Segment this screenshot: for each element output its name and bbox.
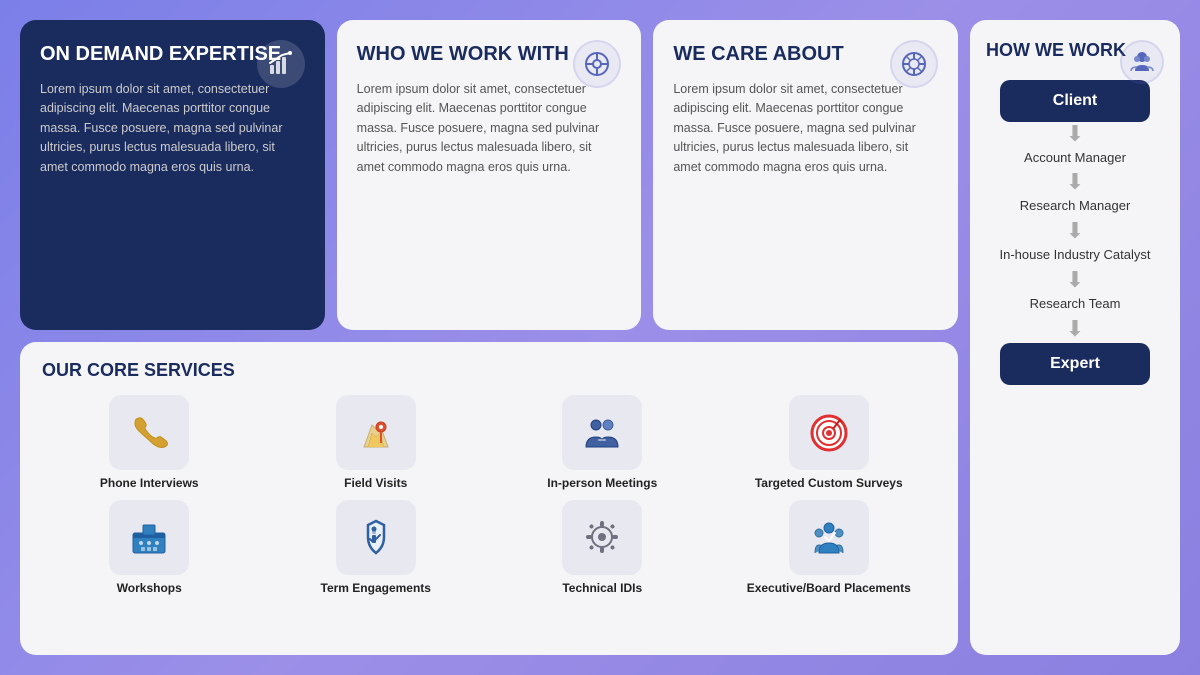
research-manager-label: Research Manager (1020, 194, 1131, 219)
service-phone-interviews: Phone Interviews (42, 395, 257, 492)
phone-interviews-label: Phone Interviews (100, 476, 199, 492)
in-person-meetings-label: In-person Meetings (547, 476, 657, 492)
arrow-1: ⬇ (1066, 123, 1084, 145)
in-person-meetings-icon-box (562, 395, 642, 470)
arrow-3: ⬇ (1066, 220, 1084, 242)
we-care-text: Lorem ipsum dolor sit amet, consectetuer… (673, 80, 938, 177)
arrow-5: ⬇ (1066, 318, 1084, 340)
technical-idis-label: Technical IDIs (562, 581, 642, 597)
top-cards: ON DEMAND EXPERTISE Lorem ipsum dolor si… (20, 20, 958, 330)
board-placements-label: Executive/Board Placements (747, 581, 911, 597)
service-board-placements: Executive/Board Placements (722, 500, 937, 597)
targeted-surveys-label: Targeted Custom Surveys (755, 476, 903, 492)
how-we-work-title: HOW WE WORK (986, 40, 1126, 62)
flow-container: Client ⬇ Account Manager ⬇ Research Mana… (986, 80, 1164, 386)
expert-button[interactable]: Expert (1000, 343, 1150, 385)
main-container: ON DEMAND EXPERTISE Lorem ipsum dolor si… (20, 20, 1180, 655)
service-workshops: Workshops (42, 500, 257, 597)
service-targeted-surveys: Targeted Custom Surveys (722, 395, 937, 492)
how-we-work-card: HOW WE WORK Client ⬇ Account Manager ⬇ R… (970, 20, 1180, 655)
arrow-2: ⬇ (1066, 171, 1084, 193)
client-button[interactable]: Client (1000, 80, 1150, 122)
we-care-card: WE CARE ABOUT Lorem ip (653, 20, 958, 330)
phone-interviews-icon-box (109, 395, 189, 470)
we-care-icon (890, 40, 938, 88)
field-visits-label: Field Visits (344, 476, 407, 492)
service-field-visits: Field Visits (269, 395, 484, 492)
who-we-work-card: WHO WE WORK WITH Lorem ipsum dolor sit a… (337, 20, 642, 330)
field-visits-icon-box (336, 395, 416, 470)
technical-idis-icon-box (562, 500, 642, 575)
service-technical-idis: Technical IDIs (495, 500, 710, 597)
term-engagements-label: Term Engagements (321, 581, 431, 597)
service-term-engagements: Term Engagements (269, 500, 484, 597)
workshops-label: Workshops (117, 581, 182, 597)
expertise-card: ON DEMAND EXPERTISE Lorem ipsum dolor si… (20, 20, 325, 330)
services-title: OUR CORE SERVICES (42, 360, 936, 381)
service-in-person-meetings: In-person Meetings (495, 395, 710, 492)
services-grid: Phone Interviews Field Visits (42, 395, 936, 596)
term-engagements-icon-box (336, 500, 416, 575)
expertise-text: Lorem ipsum dolor sit amet, consectetuer… (40, 80, 305, 177)
services-card: OUR CORE SERVICES Phone Interviews (20, 342, 958, 655)
how-we-work-icon (1120, 40, 1164, 84)
in-house-catalyst-label: In-house Industry Catalyst (999, 243, 1150, 268)
left-section: ON DEMAND EXPERTISE Lorem ipsum dolor si… (20, 20, 958, 655)
expertise-icon (257, 40, 305, 88)
who-we-work-icon (573, 40, 621, 88)
research-team-label: Research Team (1030, 292, 1121, 317)
workshops-icon-box (109, 500, 189, 575)
board-placements-icon-box (789, 500, 869, 575)
who-we-work-text: Lorem ipsum dolor sit amet, consectetuer… (357, 80, 622, 177)
targeted-surveys-icon-box (789, 395, 869, 470)
arrow-4: ⬇ (1066, 269, 1084, 291)
account-manager-label: Account Manager (1024, 146, 1126, 171)
